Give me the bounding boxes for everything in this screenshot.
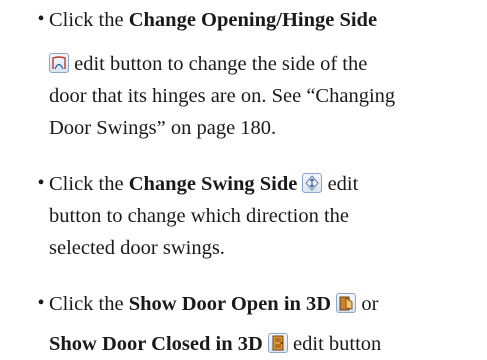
text: selected door swings. [49,237,225,259]
text: edit button to change the side of the [69,53,368,75]
text: button to change which direction the [49,205,350,227]
text: edit button [287,333,382,355]
text: Click the [49,173,129,195]
text: door that its hinges are on. See “Changi… [49,85,396,107]
bullet-2-line-2: button to change which direction the [49,204,349,228]
document-page: • Click the Change Opening/Hinge Side ed… [0,0,487,360]
hinge-side-icon [49,53,69,73]
bullet-3-line-1: Click the Show Door Open in 3D or [49,292,378,316]
text: Door Swings” on page 180. [49,117,277,139]
bullet-2-line-1: Click the Change Swing Side edit [49,172,358,196]
bullet-1-line-1: Click the Change Opening/Hinge Side [49,8,377,32]
swing-side-icon [302,173,323,193]
bullet-marker: • [37,8,45,30]
door-closed-3d-icon [267,333,288,353]
text: Click the [49,9,129,31]
bullet-2-line-3: selected door swings. [49,236,225,260]
bullet-3-line-2: Show Door Closed in 3D edit button [49,332,381,356]
bullet-1-line-4: Door Swings” on page 180. [49,116,276,140]
text: or [356,293,379,315]
ui-term-change-opening-hinge-side: Change Opening/Hinge Side [128,9,378,31]
door-open-3d-icon [336,293,357,313]
ui-term-change-swing-side: Change Swing Side [128,173,298,195]
bullet-marker: • [37,292,45,314]
bullet-1-line-2: edit button to change the side of the [49,52,367,76]
ui-term-show-door-closed-3d: Show Door Closed in 3D [49,333,263,355]
text: Click the [49,293,129,315]
bullet-1-line-3: door that its hinges are on. See “Changi… [49,84,395,108]
ui-term-show-door-open-3d: Show Door Open in 3D [128,293,332,315]
bullet-marker: • [37,172,45,194]
text: edit [322,173,359,195]
